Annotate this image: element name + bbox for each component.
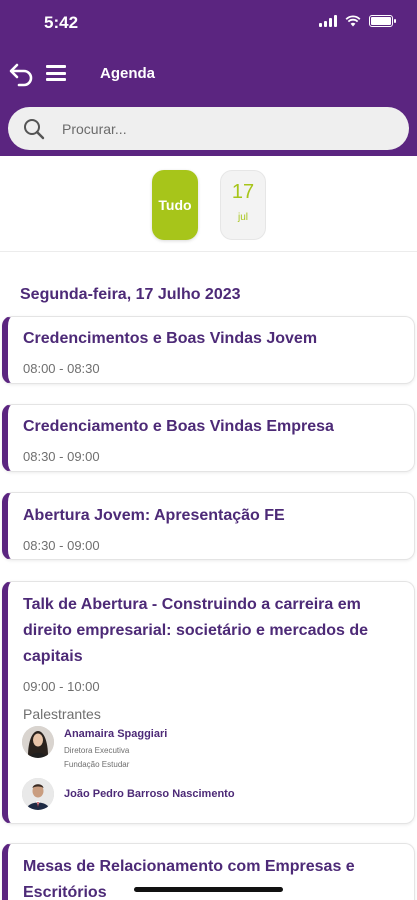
date-filter: Tudo 17 jul — [0, 156, 417, 252]
back-icon[interactable] — [8, 60, 36, 88]
session-time: 08:30 - 09:00 — [23, 538, 100, 553]
search-bar[interactable] — [8, 107, 409, 150]
menu-icon[interactable] — [46, 65, 66, 81]
search-icon — [24, 119, 45, 140]
speaker-org: Fundação Estudar — [64, 760, 130, 769]
speakers-label: Palestrantes — [23, 706, 101, 722]
filter-day-number: 17 — [231, 181, 255, 203]
status-icons — [319, 15, 396, 27]
filter-all-chip[interactable]: Tudo — [152, 170, 198, 240]
nav-bar: Agenda — [0, 56, 417, 92]
speaker-name: Anamaira Spaggiari — [64, 728, 168, 740]
session-title: Talk de Abertura - Construindo a carreir… — [23, 596, 369, 665]
session-card[interactable]: Talk de Abertura - Construindo a carreir… — [2, 581, 415, 824]
wifi-icon — [345, 15, 361, 27]
page-title: Agenda — [100, 65, 156, 82]
avatar — [22, 726, 54, 758]
speaker-role: Diretora Executiva — [64, 746, 130, 755]
session-card[interactable]: Credenciamento e Boas Vindas Empresa 08:… — [2, 404, 415, 472]
session-card[interactable]: Credencimentos e Boas Vindas Jovem 08:00… — [2, 316, 415, 384]
session-time: 08:00 - 08:30 — [23, 361, 100, 376]
session-title: Mesas de Relacionamento com Empresas e E… — [23, 858, 355, 900]
filter-day-month: jul — [237, 212, 248, 223]
battery-icon — [369, 15, 396, 27]
session-title: Credencimentos e Boas Vindas Jovem — [23, 330, 318, 347]
search-input[interactable] — [62, 107, 392, 150]
day-heading: Segunda-feira, 17 Julho 2023 — [20, 286, 241, 303]
session-time: 08:30 - 09:00 — [23, 449, 100, 464]
signal-icon — [319, 15, 337, 27]
speaker-name: João Pedro Barroso Nascimento — [64, 788, 235, 800]
home-indicator — [134, 887, 283, 892]
app-header: 5:42 Agenda — [0, 0, 417, 156]
filter-day-chip[interactable]: 17 jul — [220, 170, 266, 240]
session-time: 09:00 - 10:00 — [23, 679, 100, 694]
speaker-item[interactable]: João Pedro Barroso Nascimento — [22, 778, 402, 814]
session-card[interactable]: Abertura Jovem: Apresentação FE 08:30 - … — [2, 492, 415, 560]
speaker-item[interactable]: Anamaira Spaggiari Diretora Executiva Fu… — [22, 726, 402, 769]
status-time: 5:42 — [44, 13, 79, 32]
avatar — [22, 778, 54, 810]
session-title: Credenciamento e Boas Vindas Empresa — [23, 418, 334, 435]
status-bar: 5:42 — [0, 0, 417, 46]
session-title: Abertura Jovem: Apresentação FE — [23, 507, 285, 524]
